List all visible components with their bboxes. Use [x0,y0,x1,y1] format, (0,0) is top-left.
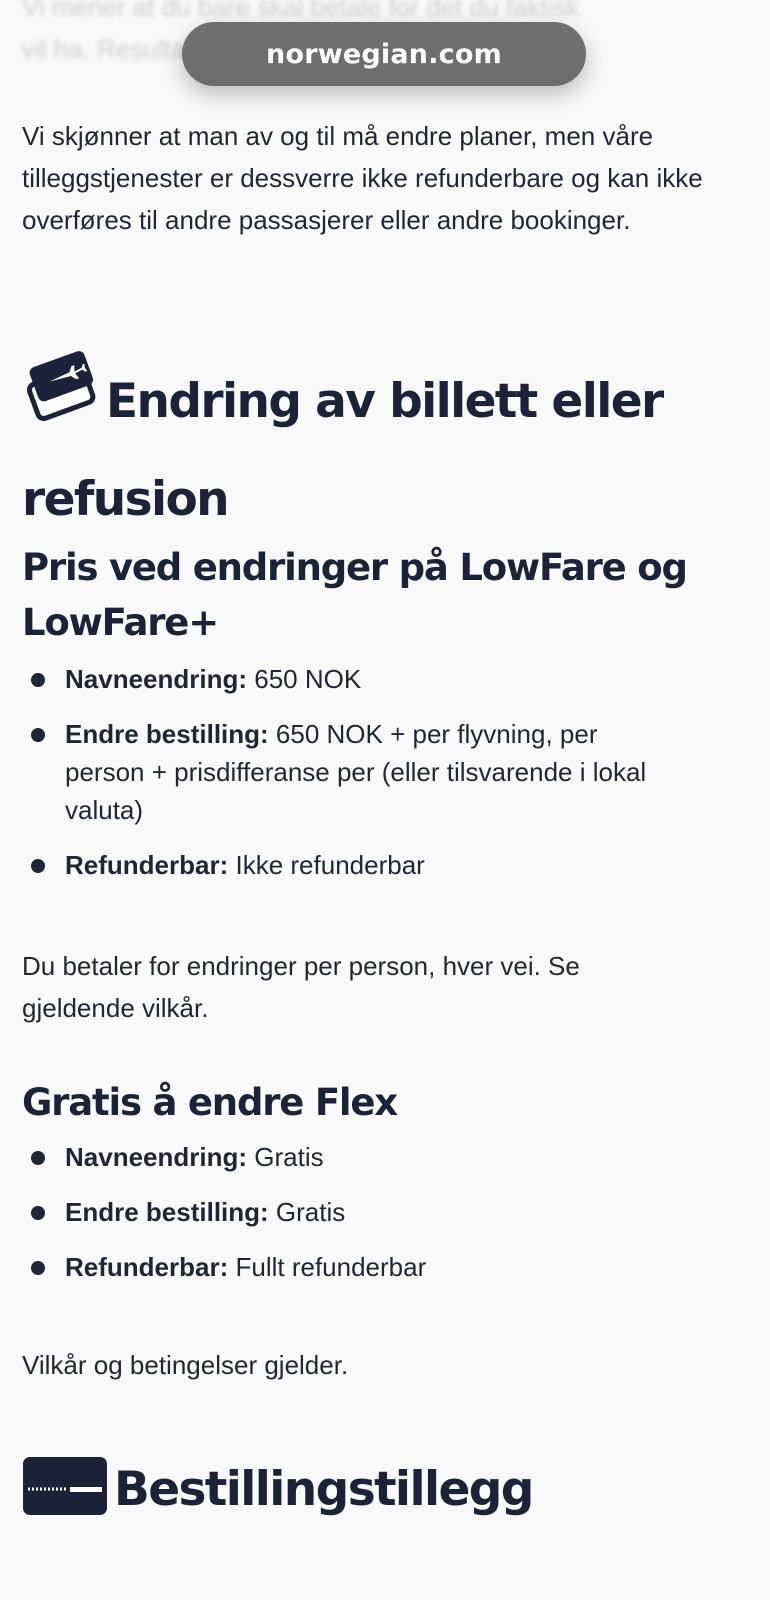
list-item: Endre bestilling: Gratis [22,1193,672,1231]
change-section-heading: Endring av billett eller refusion [22,345,722,543]
item-label: Navneendring: [65,1142,248,1172]
booking-section-title: Bestillingstillegg [114,1462,534,1517]
bullet [31,1261,45,1275]
ticket-plane-icon [22,345,100,457]
lowfare-heading: Pris ved endringer på LowFare og LowFare… [22,546,688,644]
lowfare-note: Du betaler for endringer per person, hve… [22,951,580,1023]
list-item: Refunderbar: Fullt refunderbar [22,1248,672,1286]
bullet [31,673,45,687]
item-value: Gratis [254,1142,324,1172]
list-item: Refunderbar: Ikke refunderbar [22,846,672,884]
flex-heading: Gratis å endre Flex [22,1081,398,1124]
item-label: Navneendring: [65,664,248,694]
list-item: Endre bestilling: 650 NOK + per flyvning… [22,715,672,829]
intro-paragraph: Vi skjønner at man av og til må endre pl… [22,121,703,235]
item-value: Fullt refunderbar [235,1252,427,1282]
bullet [31,728,45,742]
bullet [31,1151,45,1165]
item-label: Refunderbar: [65,850,229,880]
browser-url-pill[interactable]: norwegian.com [182,22,586,86]
list-item: Navneendring: 650 NOK [22,660,672,698]
item-value: Gratis [275,1197,346,1227]
change-section-title: Endring av billett eller refusion [22,374,664,527]
item-value: Ikke refunderbar [235,850,425,880]
item-value: 650 NOK [254,664,362,694]
item-label: Endre bestilling: [65,719,269,749]
faded-line-1: Vi mener at du bare skal betale for det … [22,0,580,22]
bullet [31,859,45,873]
flex-list: Navneendring: Gratis Endre bestilling: G… [22,1138,672,1303]
url-text: norwegian.com [266,38,502,70]
flex-note: Vilkår og betingelser gjelder. [22,1350,349,1380]
credit-card-icon [22,1455,108,1545]
lowfare-list: Navneendring: 650 NOK Endre bestilling: … [22,660,672,901]
bullet [31,1206,45,1220]
booking-section-heading: Bestillingstillegg [22,1447,534,1545]
item-label: Refunderbar: [65,1252,229,1282]
list-item: Navneendring: Gratis [22,1138,672,1176]
item-label: Endre bestilling: [65,1197,269,1227]
